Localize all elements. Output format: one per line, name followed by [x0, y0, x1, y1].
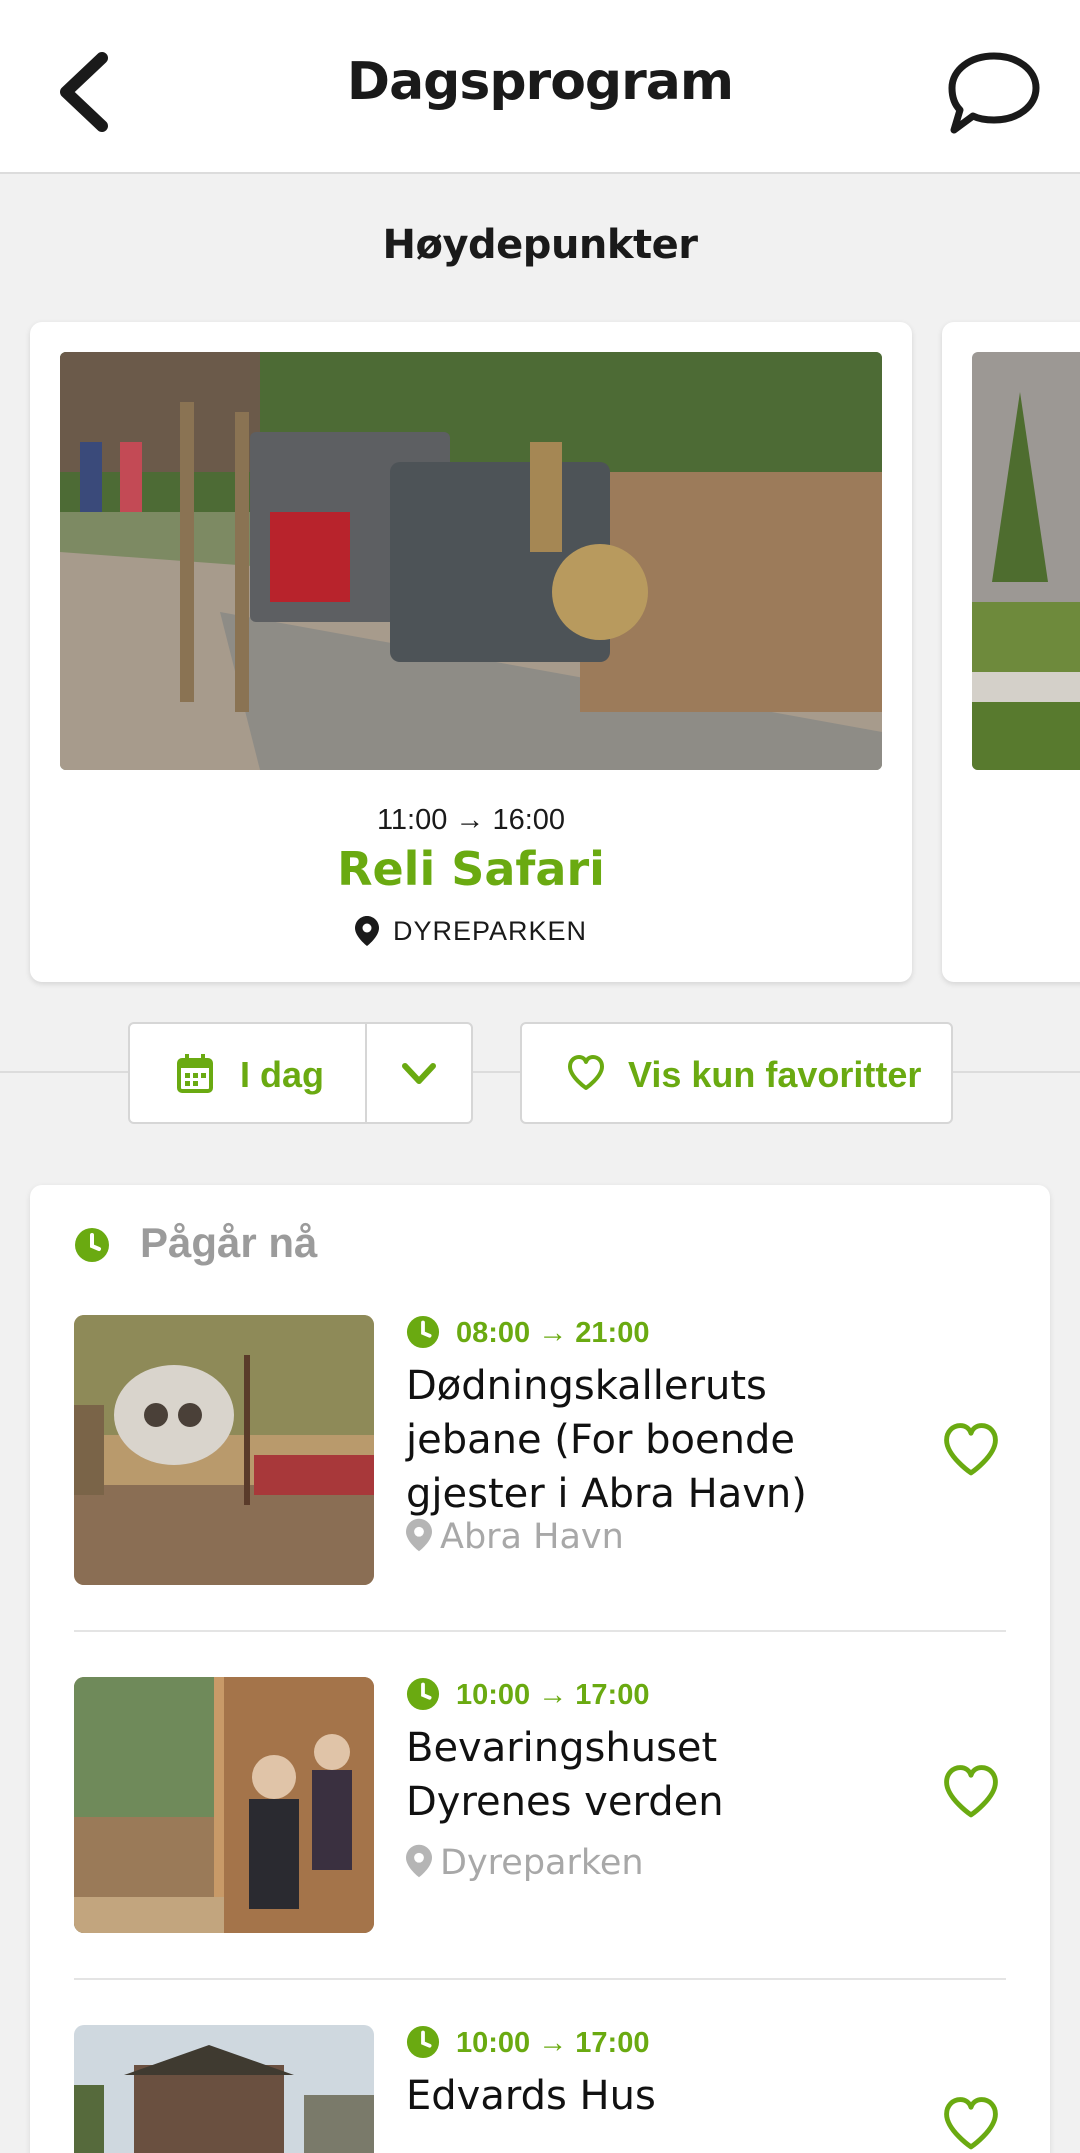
list-separator — [74, 1978, 1006, 1980]
highlight-card-next[interactable] — [942, 322, 1080, 982]
highlight-image-next — [972, 352, 1080, 770]
event-location: Dyreparken — [406, 1843, 644, 1883]
favorite-button[interactable] — [940, 2095, 1002, 2153]
event-title: Dødningskalleruts jebane (For boende gje… — [406, 1363, 807, 1517]
highlights-title: Høydepunkter — [382, 222, 698, 268]
day-filter-label: I dag — [240, 1054, 325, 1095]
highlight-image — [60, 352, 882, 770]
heart-outline-icon — [944, 1423, 998, 1476]
event-title: Edvards Hus — [406, 2073, 656, 2119]
event-image — [74, 1677, 374, 1933]
highlight-card[interactable]: 11:00 → 16:00 Reli Safari DYREPARKEN — [30, 322, 912, 982]
highlight-location-label: DYREPARKEN — [392, 916, 588, 946]
event-image — [74, 2025, 374, 2153]
list-item[interactable]: 10:00 → 17:00 Edvards Hus — [74, 2025, 1006, 2153]
event-location: Abra Havn — [406, 1517, 624, 1557]
top-bar: Dagsprogram — [0, 0, 1080, 174]
now-section-label: Pågår nå — [140, 1219, 318, 1266]
heart-outline-icon — [944, 2097, 998, 2150]
list-item[interactable]: 10:00 → 17:00 Bevaringshuset Dyrenes ver… — [74, 1677, 1006, 1933]
event-time: 10:00 → 17:00 — [406, 1677, 649, 1712]
heart-outline-icon — [568, 1055, 604, 1090]
highlight-location: DYREPARKEN — [30, 916, 912, 947]
event-location-label: Dyreparken — [440, 1843, 644, 1883]
map-pin-icon — [406, 1844, 432, 1878]
map-pin-icon — [354, 916, 379, 946]
clock-icon — [75, 1228, 109, 1262]
favorite-button[interactable] — [940, 1763, 1002, 1826]
highlight-time: 11:00 → 16:00 — [376, 804, 566, 836]
map-pin-icon — [406, 1518, 432, 1552]
event-title: Bevaringshuset Dyrenes verden — [406, 1725, 724, 1825]
clock-icon — [406, 1677, 440, 1711]
event-image — [74, 1315, 374, 1585]
chat-bubble-icon — [948, 52, 1040, 134]
clock-icon — [406, 2025, 440, 2059]
day-filter-split — [365, 1024, 367, 1122]
event-time-label: 10:00 → 17:00 — [456, 2027, 650, 2059]
list-separator — [74, 1630, 1006, 1632]
event-time: 10:00 → 17:00 — [406, 2025, 649, 2060]
favorites-filter-label: Vis kun favoritter — [628, 1054, 922, 1095]
heart-outline-icon — [944, 1765, 998, 1818]
favorites-filter-button[interactable]: Vis kun favoritter — [520, 1022, 953, 1124]
event-list: Pågår nå 08:00 → 21:00 Dødningskalleruts — [30, 1185, 1050, 2153]
event-time-label: 08:00 → 21:00 — [456, 1317, 650, 1349]
day-filter-button[interactable]: I dag — [128, 1022, 473, 1124]
clock-icon — [406, 1315, 440, 1349]
calendar-icon — [177, 1054, 213, 1093]
chevron-down-icon[interactable] — [400, 1056, 438, 1092]
event-time-label: 10:00 → 17:00 — [456, 1679, 650, 1711]
list-item[interactable]: 08:00 → 21:00 Dødningskalleruts jebane (… — [74, 1315, 1006, 1585]
event-time: 08:00 → 21:00 — [406, 1315, 649, 1350]
highlight-name: Reli Safari — [337, 842, 605, 896]
event-location-label: Abra Havn — [440, 1517, 624, 1557]
chat-button[interactable] — [944, 48, 1044, 138]
favorite-button[interactable] — [940, 1421, 1002, 1484]
page-title: Dagsprogram — [346, 52, 734, 112]
